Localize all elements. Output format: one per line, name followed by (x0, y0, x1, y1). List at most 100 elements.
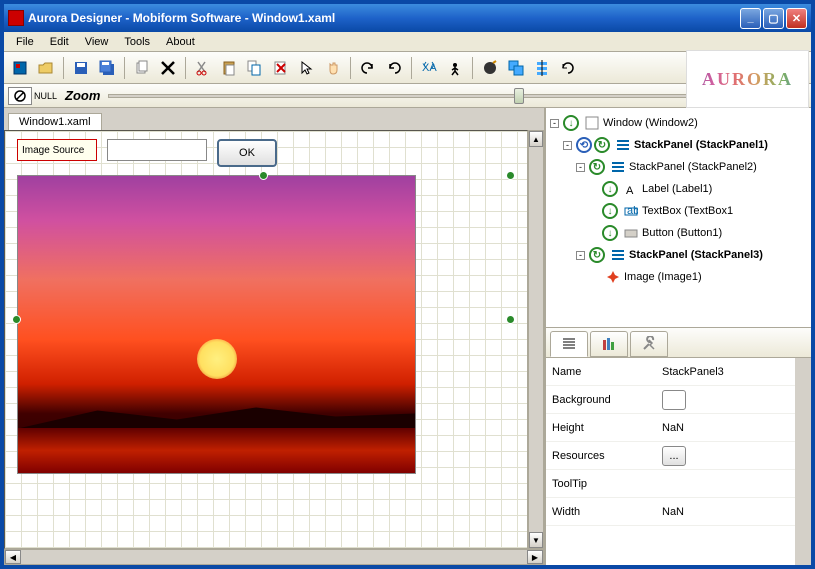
property-name: Width (552, 506, 662, 518)
stack-icon (616, 138, 630, 152)
tree-state-icon: ↻ (594, 137, 610, 153)
tree-node-label[interactable]: StackPanel (StackPanel1) (634, 139, 768, 151)
image-source-input[interactable] (107, 139, 207, 161)
maximize-button[interactable]: ▢ (763, 8, 784, 29)
minimize-button[interactable]: _ (740, 8, 761, 29)
svg-text:ab: ab (627, 205, 638, 217)
scroll-up-icon[interactable]: ▲ (529, 131, 543, 147)
tree-node[interactable]: ↓abTextBox (TextBox1 (550, 200, 807, 222)
tree-node-label[interactable]: Image (Image1) (624, 271, 702, 283)
save-all-button[interactable] (95, 56, 119, 80)
open-button[interactable] (34, 56, 58, 80)
zoom-slider-track[interactable] (108, 94, 762, 98)
tree-state-icon: ↓ (602, 225, 618, 241)
duplicate-button[interactable] (243, 56, 267, 80)
property-value[interactable]: NaN (662, 422, 684, 434)
textbox-icon: ab (624, 204, 638, 218)
selection-handle[interactable] (506, 315, 515, 324)
delete-button[interactable] (156, 56, 180, 80)
tree-node[interactable]: -⟲↻StackPanel (StackPanel1) (550, 134, 807, 156)
property-row: Resources... (546, 442, 811, 470)
property-value[interactable]: NaN (662, 506, 684, 518)
align-button[interactable] (530, 56, 554, 80)
canvas-hscroll[interactable]: ◀ ▶ (4, 549, 544, 565)
menu-view[interactable]: View (77, 34, 117, 50)
tree-node-label[interactable]: Button (Button1) (642, 227, 722, 239)
menu-tools[interactable]: Tools (116, 34, 158, 50)
menu-file[interactable]: File (8, 34, 42, 50)
clear-button[interactable] (269, 56, 293, 80)
property-name: Resources (552, 450, 662, 462)
edit-button[interactable]: ... (662, 446, 686, 466)
ok-button[interactable]: OK (217, 139, 277, 167)
tools-tab[interactable] (630, 331, 668, 357)
props-vscroll[interactable] (795, 358, 811, 565)
design-canvas[interactable]: Image Source OK (4, 130, 528, 549)
design-image[interactable] (17, 175, 416, 474)
save-button[interactable] (69, 56, 93, 80)
zoom-label: Zoom (65, 88, 100, 103)
properties-panel: NameStackPanel3BackgroundHeightNaNResour… (546, 358, 811, 565)
hand-tool[interactable] (321, 56, 345, 80)
tree-node[interactable]: -↻ StackPanel (StackPanel3) (550, 244, 807, 266)
tree-node[interactable]: Image (Image1) (550, 266, 807, 288)
tree-node[interactable]: ↓ Button (Button1) (550, 222, 807, 244)
scroll-right-icon[interactable]: ▶ (527, 550, 543, 564)
scroll-down-icon[interactable]: ▼ (529, 532, 543, 548)
selection-handle[interactable] (506, 171, 515, 180)
close-button[interactable]: ✕ (786, 8, 807, 29)
redo-button[interactable] (382, 56, 406, 80)
tree-expander[interactable]: - (576, 163, 585, 172)
run-button[interactable] (443, 56, 467, 80)
image-icon (606, 270, 620, 284)
selection-handle[interactable] (259, 171, 268, 180)
menu-about[interactable]: About (158, 34, 203, 50)
stack-icon (611, 248, 625, 262)
cut-button[interactable] (191, 56, 215, 80)
document-tabs: Window1.xaml (4, 108, 544, 130)
bring-front-button[interactable] (504, 56, 528, 80)
aurora-logo: AURORA (690, 52, 805, 107)
zoom-slider-thumb[interactable] (514, 88, 524, 104)
pointer-tool[interactable] (295, 56, 319, 80)
tree-expander[interactable]: - (563, 141, 572, 150)
titlebar[interactable]: Aurora Designer - Mobiform Software - Wi… (4, 4, 811, 32)
new-button[interactable] (8, 56, 32, 80)
canvas-vscroll[interactable]: ▲ ▼ (528, 130, 544, 549)
tree-node[interactable]: ↓ A Label (Label1) (550, 178, 807, 200)
tree-node-label[interactable]: TextBox (TextBox1 (642, 205, 733, 217)
tree-node-label[interactable]: StackPanel (StackPanel3) (629, 249, 763, 261)
scroll-left-icon[interactable]: ◀ (5, 550, 21, 564)
tree-state-icon: ↓ (563, 115, 579, 131)
tree-state-icon: ↓ (602, 181, 618, 197)
tree-node[interactable]: -↻StackPanel (StackPanel2) (550, 156, 807, 178)
property-name: Background (552, 394, 662, 406)
svg-text:A: A (626, 185, 634, 196)
copy-button[interactable] (130, 56, 154, 80)
window-title: Aurora Designer - Mobiform Software - Wi… (28, 11, 738, 25)
tree-expander[interactable]: - (550, 119, 559, 128)
properties-tab[interactable] (550, 331, 588, 357)
preview-button[interactable] (478, 56, 502, 80)
tab-window1[interactable]: Window1.xaml (8, 113, 102, 130)
tree-node-label[interactable]: StackPanel (StackPanel2) (629, 161, 757, 173)
selection-handle[interactable] (12, 315, 21, 324)
tree-state-icon: ↻ (589, 247, 605, 263)
property-name: Height (552, 422, 662, 434)
refresh-button[interactable] (556, 56, 580, 80)
tree-node-label[interactable]: Label (Label1) (642, 183, 712, 195)
property-value[interactable]: StackPanel3 (662, 366, 724, 378)
tree-node-label[interactable]: Window (Window2) (603, 117, 698, 129)
null-label: NULL (34, 91, 57, 101)
undo-button[interactable] (356, 56, 380, 80)
element-tree: -↓Window (Window2)-⟲↻StackPanel (StackPa… (546, 108, 811, 328)
menubar: File Edit View Tools About (4, 32, 811, 52)
color-picker-button[interactable] (662, 390, 686, 410)
menu-edit[interactable]: Edit (42, 34, 77, 50)
styles-tab[interactable] (590, 331, 628, 357)
tree-node[interactable]: -↓ Window (Window2) (550, 112, 807, 134)
paste-button[interactable] (217, 56, 241, 80)
tree-expander[interactable]: - (576, 251, 585, 260)
xaml-view-button[interactable]: XAML (417, 56, 441, 80)
null-button[interactable] (8, 87, 32, 105)
